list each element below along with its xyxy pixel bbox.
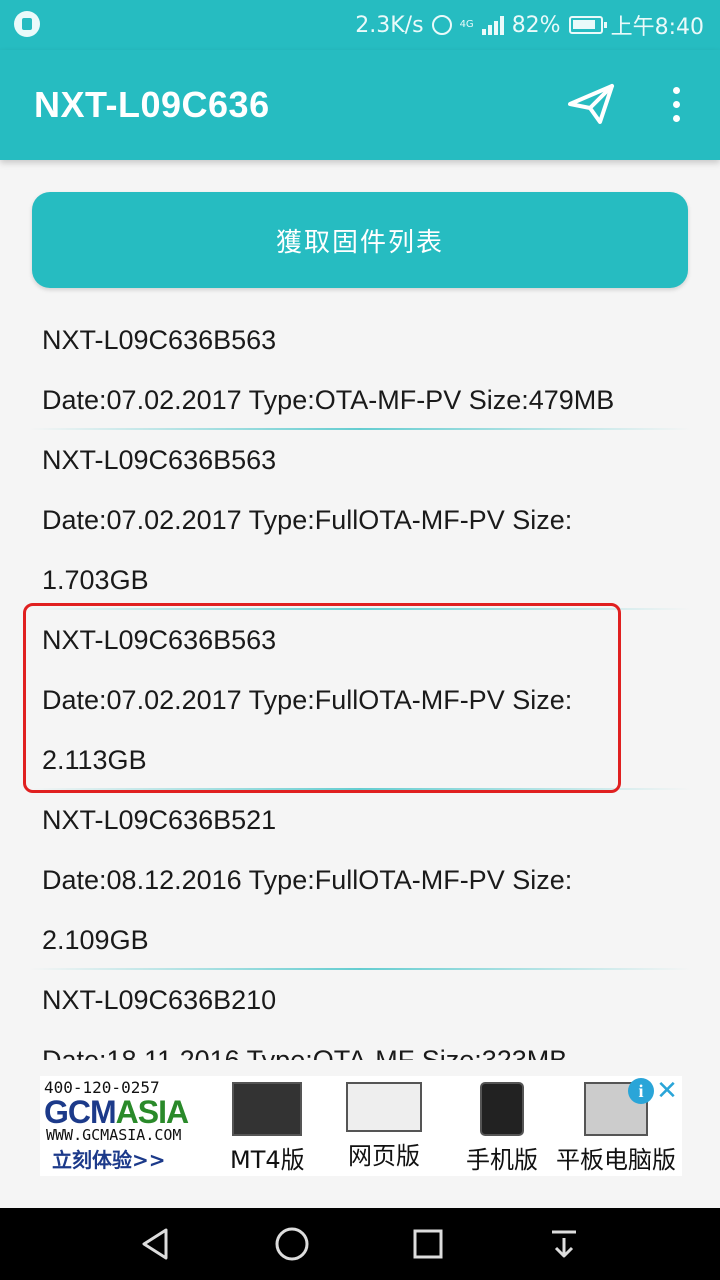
ad-cta: 立刻体验>> [52, 1148, 166, 1172]
back-button[interactable] [136, 1224, 176, 1264]
firmware-name: NXT-L09C636B563 [42, 325, 277, 355]
navigation-bar [0, 1208, 720, 1280]
firmware-details: Date:08.12.2016 Type:FullOTA-MF-PV Size: [42, 865, 573, 895]
network-speed: 2.3K/s [355, 12, 424, 38]
firmware-size: 2.109GB [42, 925, 149, 955]
clock: 上午8:40 [610, 15, 704, 40]
ad-close-icon[interactable]: ✕ [654, 1078, 680, 1104]
app-title: NXT-L09C636 [34, 84, 270, 125]
ad-product-web[interactable]: 网页版 [346, 1082, 422, 1171]
more-vert-icon [673, 87, 680, 94]
app-bar: NXT-L09C636 [0, 50, 720, 160]
list-item[interactable]: NXT-L09C636B563 Date:07.02.2017 Type:OTA… [0, 310, 720, 430]
alarm-icon [431, 15, 452, 35]
signal-icon [481, 15, 504, 35]
battery-percent: 82% [511, 12, 561, 38]
monitor-icon [232, 1082, 303, 1136]
home-button[interactable] [272, 1224, 312, 1264]
firmware-details: Date:07.02.2017 Type:OTA-MF-PV Size:479M… [42, 385, 615, 415]
highlight-annotation [23, 603, 621, 793]
status-bar: 2.3K/s 4G 82% 上午8:40 [0, 0, 720, 50]
overflow-menu-button[interactable] [658, 82, 694, 126]
firmware-name: NXT-L09C636B521 [42, 805, 277, 835]
laptop-icon [346, 1082, 422, 1132]
status-indicators: 2.3K/s 4G 82% 上午8:40 [355, 0, 704, 50]
list-item[interactable]: NXT-L09C636B521 Date:08.12.2016 Type:Ful… [0, 790, 720, 970]
ad-url: WWW.GCMASIA.COM [46, 1126, 182, 1144]
firmware-name: NXT-L09C636B563 [42, 445, 277, 475]
notification-pulldown-button[interactable] [544, 1224, 584, 1264]
list-item[interactable]: NXT-L09C636B563 Date:07.02.2017 Type:Ful… [0, 430, 720, 610]
recents-button[interactable] [408, 1224, 448, 1264]
app-notification-icon [14, 11, 40, 37]
firmware-details: Date:18.11.2016 Type:OTA-MF Size:323MB [42, 1045, 568, 1060]
ad-product-mobile[interactable]: 手机版 [466, 1082, 538, 1175]
ad-banner[interactable]: 400-120-0257 GCMASIA WWW.GCMASIA.COM 立刻体… [40, 1076, 682, 1176]
ad-product-mt4[interactable]: MT4版 [230, 1082, 305, 1175]
network-type: 4G [459, 19, 474, 30]
firmware-size: 1.703GB [42, 565, 149, 595]
firmware-details: Date:07.02.2017 Type:FullOTA-MF-PV Size: [42, 505, 573, 535]
recents-square-icon [413, 1229, 443, 1259]
list-item[interactable]: NXT-L09C636B210 Date:18.11.2016 Type:OTA… [0, 970, 720, 1060]
phone-icon [480, 1082, 524, 1136]
pull-down-icon [552, 1230, 576, 1258]
home-circle-icon [275, 1227, 309, 1261]
fetch-firmware-list-button[interactable]: 獲取固件列表 [32, 192, 688, 288]
paper-plane-icon [568, 84, 614, 124]
back-triangle-icon [142, 1228, 168, 1260]
ad-info-icon[interactable]: i [628, 1078, 654, 1104]
battery-icon [568, 16, 607, 34]
send-button[interactable] [566, 82, 618, 126]
firmware-name: NXT-L09C636B210 [42, 985, 277, 1015]
